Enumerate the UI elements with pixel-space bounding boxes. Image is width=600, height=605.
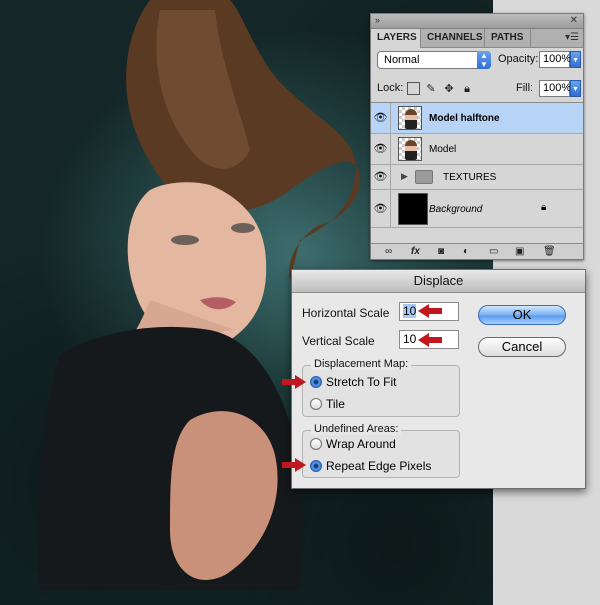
vertical-scale-label: Vertical Scale [302, 334, 375, 348]
radio-wrap-around[interactable] [310, 438, 322, 450]
visibility-eye-icon[interactable]: 👁︎ [371, 190, 391, 227]
select-arrows-icon: ▲ ▼ [477, 51, 491, 69]
tab-layers[interactable]: LAYERS [371, 29, 421, 48]
close-icon[interactable]: ✕ [570, 15, 578, 26]
layer-row-model[interactable]: 👁︎ Model [371, 134, 583, 165]
displace-dialog: Displace Horizontal Scale 10 Vertical Sc… [291, 269, 586, 489]
folder-icon [415, 170, 433, 184]
layer-row-background[interactable]: 👁︎ Background 🔒︎ [371, 190, 583, 228]
blend-mode-select[interactable]: Normal ▲ ▼ [377, 51, 491, 69]
tab-channels[interactable]: CHANNELS [421, 29, 485, 47]
lock-brush-icon[interactable]: ✎ [424, 82, 438, 96]
stretch-to-fit-label[interactable]: Stretch To Fit [326, 375, 396, 389]
tile-label[interactable]: Tile [326, 397, 345, 411]
wrap-around-label[interactable]: Wrap Around [326, 437, 396, 451]
lock-move-icon[interactable]: ✥ [442, 82, 456, 96]
collapse-icon[interactable]: » [375, 16, 380, 25]
layers-panel: » ✕ LAYERS CHANNELS PATHS ▾☰ Normal ▲ ▼ O… [370, 13, 584, 260]
visibility-eye-icon[interactable]: 👁︎ [371, 165, 391, 189]
radio-repeat-edge-pixels[interactable] [310, 460, 322, 472]
visibility-eye-icon[interactable]: 👁︎ [371, 103, 391, 133]
repeat-edge-pixels-label[interactable]: Repeat Edge Pixels [326, 459, 431, 473]
annotation-arrow-icon [282, 458, 308, 472]
radio-tile[interactable] [310, 398, 322, 410]
blend-row: Normal ▲ ▼ Opacity: 100% ▼ [377, 51, 581, 71]
link-layers-icon[interactable]: ∞ [385, 245, 392, 258]
lock-row: Lock: ✎ ✥ 🔒︎ Fill: 100% ▼ [377, 80, 581, 100]
panel-menu-icon[interactable]: ▾☰ [565, 32, 579, 43]
blend-mode-value: Normal [384, 54, 420, 66]
layer-lock-icon: 🔒︎ [541, 202, 547, 213]
annotation-arrow-icon [282, 375, 308, 389]
annotation-arrow-icon [418, 333, 444, 347]
undefined-areas-title: Undefined Areas: [311, 423, 402, 435]
layer-thumbnail [398, 193, 428, 225]
opacity-dropdown-icon[interactable]: ▼ [570, 51, 581, 68]
annotation-arrow-icon [418, 304, 444, 318]
expand-triangle-icon[interactable]: ▶ [401, 171, 408, 182]
visibility-eye-icon[interactable]: 👁︎ [371, 134, 391, 164]
layer-name: Model [429, 144, 457, 155]
lock-all-icon[interactable]: 🔒︎ [460, 82, 474, 96]
panel-footer: ∞ fx ◙ ◐ ▭ ▣ 🗑︎ [371, 243, 583, 259]
opacity-label: Opacity: [498, 53, 539, 65]
horizontal-scale-label: Horizontal Scale [302, 306, 390, 320]
tab-paths[interactable]: PATHS [485, 29, 531, 47]
layer-name: Background [429, 204, 483, 215]
layer-row-model-halftone[interactable]: 👁︎ Model halftone [371, 103, 583, 134]
new-layer-icon[interactable]: ▣ [515, 245, 524, 258]
layer-thumbnail [398, 137, 422, 161]
displacement-map-title: Displacement Map: [311, 358, 412, 370]
lock-transparent-icon[interactable] [407, 82, 420, 95]
cancel-button[interactable]: Cancel [478, 337, 566, 357]
layer-name: Model halftone [429, 113, 500, 124]
radio-stretch-to-fit[interactable] [310, 376, 322, 388]
delete-layer-icon[interactable]: 🗑︎ [543, 245, 556, 258]
dialog-title: Displace [292, 270, 585, 293]
fill-label: Fill: [516, 82, 534, 94]
layer-name: TEXTURES [443, 172, 497, 183]
layer-group-textures[interactable]: 👁︎ ▶ TEXTURES [371, 165, 583, 190]
layer-style-icon[interactable]: fx [411, 245, 420, 258]
lock-label: Lock: [377, 82, 404, 94]
add-mask-icon[interactable]: ◙ [438, 245, 444, 258]
layer-thumbnail [398, 106, 422, 130]
opacity-field[interactable]: 100% [539, 51, 571, 68]
ok-button[interactable]: OK [478, 305, 566, 325]
panel-titlebar[interactable]: » ✕ [371, 14, 583, 29]
adjustment-layer-icon[interactable]: ◐ [463, 245, 469, 258]
panel-tabs: LAYERS CHANNELS PATHS ▾☰ [371, 29, 583, 48]
fill-dropdown-icon[interactable]: ▼ [570, 80, 581, 97]
horizontal-scale-value: 10 [403, 304, 417, 318]
layer-list: 👁︎ Model halftone 👁︎ Model 👁︎ ▶ TEXTURES… [371, 102, 583, 245]
new-group-icon[interactable]: ▭ [489, 245, 498, 258]
fill-field[interactable]: 100% [539, 80, 571, 97]
